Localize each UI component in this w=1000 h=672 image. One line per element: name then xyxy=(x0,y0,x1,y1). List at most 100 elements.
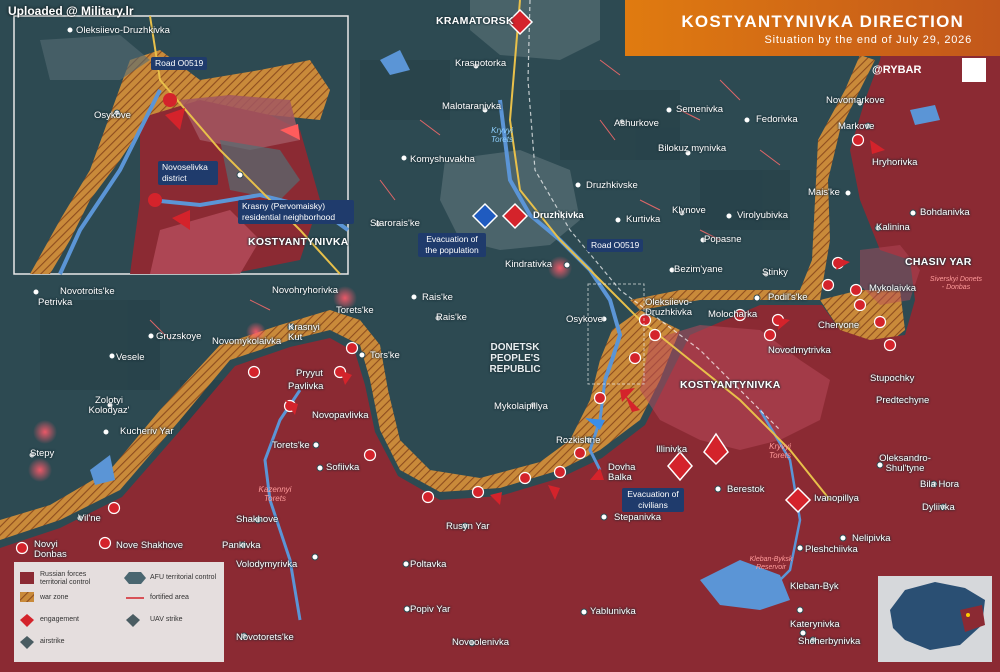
watermark-text: Uploaded @ Military.lr xyxy=(8,4,134,18)
place-label: Virolyubivka xyxy=(737,210,789,221)
title-box: KOSTYANTYNIVKA DIRECTION Situation by th… xyxy=(625,0,1000,56)
place-label: Kindrativka xyxy=(505,259,552,270)
engagement-marker xyxy=(15,541,29,555)
engagement-marker xyxy=(648,328,662,342)
place-label: Dovha Balka xyxy=(608,462,636,483)
city-label: KRAMATORSK xyxy=(436,15,514,27)
place-label: Novohryhorivka xyxy=(272,285,338,296)
place-label: Malotaranivka xyxy=(442,101,502,112)
engagement-marker xyxy=(873,315,887,329)
place-label: Mykolaivka xyxy=(869,283,916,294)
engagement-marker xyxy=(421,490,435,504)
place-label: Sofiivka xyxy=(326,462,360,473)
place-label: Vil'ne xyxy=(78,513,101,524)
engagement-marker xyxy=(883,338,897,352)
place-label: Nelipivka xyxy=(852,533,891,544)
place-label: Pryyut xyxy=(296,368,323,379)
place-label: Popiv Yar xyxy=(410,604,451,615)
place-label: Osykove xyxy=(566,314,603,325)
place-label: Predtechyne xyxy=(876,395,930,406)
inset-place-label: Oleksiievo-Druzhkivka xyxy=(76,25,170,36)
place-label: Markove xyxy=(838,121,875,132)
engagement-marker xyxy=(247,365,261,379)
place-label: Poltavka xyxy=(410,559,447,570)
place-label: Fedorivka xyxy=(756,114,798,125)
inset-road-callout: Road O0519 xyxy=(151,57,208,70)
engagement-marker xyxy=(849,283,863,297)
place-label: Bohdanivka xyxy=(920,207,970,218)
legend-russian-label: Russian forces territorial control xyxy=(40,571,91,586)
region-label: DONETSK PEOPLE'S REPUBLIC xyxy=(489,342,541,375)
reservoir-label: Kleban-Byksk Reservoir xyxy=(749,556,793,571)
place-label: Pleshchiivka xyxy=(805,544,858,555)
place-label: Oleksiievo-Druzhkivka xyxy=(645,297,692,318)
city-label: CHASIV YAR xyxy=(905,256,972,268)
legend-fortified-label: fortified area xyxy=(150,594,189,601)
place-label: Stepanivka xyxy=(614,512,662,523)
place-label: Rais'ke xyxy=(422,292,453,303)
place-label: Ivanopillya xyxy=(814,493,859,504)
place-label: Rozkishne xyxy=(556,435,601,446)
place-label: Vesele xyxy=(116,352,145,363)
place-label: Molocharka xyxy=(708,309,758,320)
legend-engagement-label: engagement xyxy=(40,616,79,623)
legend-airstrike-label: airstrike xyxy=(40,638,65,645)
engagement-marker xyxy=(593,391,607,405)
place-label: Tors'ke xyxy=(370,350,400,361)
place-label: Novotroits'ke xyxy=(60,286,115,297)
place-label: Novopavlivka xyxy=(312,410,369,421)
place-label: Novyi Donbas xyxy=(34,539,67,560)
engagement-marker xyxy=(851,133,865,147)
place-label: Bezim'yane xyxy=(674,264,723,275)
place-label: Semenivka xyxy=(676,104,723,115)
place-label: Oleksandro-Shul'tyne xyxy=(879,453,931,474)
engagement-marker xyxy=(363,448,377,462)
map-stage: Uploaded @ Military.lr KOSTYANTYNIVKA DI… xyxy=(0,0,1000,672)
engagement-marker xyxy=(345,341,359,355)
inset-place-label: Osykove xyxy=(94,110,131,121)
place-label: Novomarkove xyxy=(826,95,885,106)
place-label: Pankivka xyxy=(222,540,261,551)
engagement-marker xyxy=(553,465,567,479)
place-label: Bilokuz mynivka xyxy=(658,143,727,154)
place-label: Podil's'ke xyxy=(768,292,808,303)
place-label: Novomykolaivka xyxy=(212,336,282,347)
engagement-marker xyxy=(518,471,532,485)
map-title: KOSTYANTYNIVKA DIRECTION xyxy=(681,12,964,31)
place-label: Gruzskoye xyxy=(156,331,202,342)
place-label: Popasne xyxy=(704,234,742,245)
place-label: Illinivka xyxy=(656,444,688,455)
engagement-marker xyxy=(471,485,485,499)
engagement-marker xyxy=(763,328,777,342)
engagement-marker xyxy=(98,536,112,550)
place-label: Pavlivka xyxy=(288,381,324,392)
evacuation-callout: Evacuation of civilians xyxy=(622,488,684,512)
river-label: Kryvyi Torets xyxy=(769,442,791,460)
place-label: Chervone xyxy=(818,320,860,331)
qr-code-icon[interactable] xyxy=(962,58,986,82)
place-label: Shakhove xyxy=(236,514,279,525)
place-label: Hryhorivka xyxy=(872,157,918,168)
place-label: Zolotyi Kolodyaz' xyxy=(88,395,130,416)
place-label: Novotorets'ke xyxy=(236,632,294,643)
city-label: Druzhkivka xyxy=(533,210,584,221)
city-label: KOSTYANTYNIVKA xyxy=(680,379,781,391)
place-label: Starorais'ke xyxy=(370,218,420,229)
place-label: Kucheriv Yar xyxy=(120,426,174,437)
legend-afu-label: AFU territorial control xyxy=(150,574,217,581)
place-label: Torets'ke xyxy=(336,305,374,316)
engagement-marker xyxy=(853,298,867,312)
place-label: Kurtivka xyxy=(626,214,661,225)
place-label: Dyliivka xyxy=(922,502,955,513)
place-label: Katerynivka xyxy=(790,619,840,630)
place-label: Rais'ke xyxy=(436,312,467,323)
place-label: Druzhkivske xyxy=(586,180,638,191)
place-label: Ashurkove xyxy=(614,118,659,129)
place-label: Nove Shakhove xyxy=(116,540,184,551)
place-label: Mais'ke xyxy=(808,187,840,198)
place-label: Novoolenivka xyxy=(452,637,510,648)
place-label: Stupochky xyxy=(870,373,915,384)
place-label: Krasnotorka xyxy=(455,58,507,69)
ukraine-minimap xyxy=(878,576,992,662)
evacuation-callout: Evacuation of the population xyxy=(418,233,486,257)
